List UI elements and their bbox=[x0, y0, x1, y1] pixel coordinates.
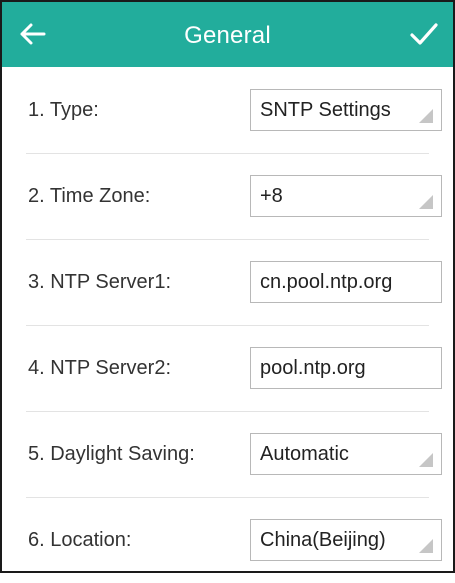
input-value: cn.pool.ntp.org bbox=[260, 270, 393, 293]
setting-row-daylight-saving: 5. Daylight Saving: Automatic bbox=[2, 411, 453, 497]
setting-row-type: 1. Type: SNTP Settings bbox=[2, 67, 453, 153]
setting-label: 1. Type: bbox=[28, 98, 99, 121]
back-button[interactable] bbox=[14, 16, 50, 52]
ntp-server2-input[interactable]: pool.ntp.org bbox=[250, 347, 442, 389]
daylight-saving-select[interactable]: Automatic bbox=[250, 433, 442, 475]
location-select[interactable]: China(Beijing) bbox=[250, 519, 442, 561]
dropdown-corner-icon bbox=[419, 453, 433, 467]
setting-row-time-zone: 2. Time Zone: +8 bbox=[2, 153, 453, 239]
select-value: China(Beijing) bbox=[260, 528, 386, 551]
setting-label: 3. NTP Server1: bbox=[28, 270, 172, 293]
setting-label: 4. NTP Server2: bbox=[28, 356, 172, 379]
setting-label: 2. Time Zone: bbox=[28, 184, 151, 207]
confirm-button[interactable] bbox=[405, 16, 443, 52]
dropdown-corner-icon bbox=[419, 539, 433, 553]
checkmark-icon bbox=[410, 23, 438, 45]
setting-row-location: 6. Location: China(Beijing) bbox=[2, 497, 453, 583]
setting-row-ntp-server1: 3. NTP Server1: cn.pool.ntp.org bbox=[2, 239, 453, 325]
time-zone-select[interactable]: +8 bbox=[250, 175, 442, 217]
header-bar: General bbox=[2, 2, 453, 67]
type-select[interactable]: SNTP Settings bbox=[250, 89, 442, 131]
input-value: pool.ntp.org bbox=[260, 356, 366, 379]
setting-row-ntp-server2: 4. NTP Server2: pool.ntp.org bbox=[2, 325, 453, 411]
page-title: General bbox=[184, 21, 271, 49]
dropdown-corner-icon bbox=[419, 109, 433, 123]
setting-label: 5. Daylight Saving: bbox=[28, 442, 195, 465]
ntp-server1-input[interactable]: cn.pool.ntp.org bbox=[250, 261, 442, 303]
select-value: +8 bbox=[260, 184, 283, 207]
select-value: Automatic bbox=[260, 442, 349, 465]
settings-screen: General 1. Type: SNTP Settings 2. Time Z… bbox=[0, 0, 455, 573]
setting-label: 6. Location: bbox=[28, 528, 132, 551]
select-value: SNTP Settings bbox=[260, 98, 391, 121]
arrow-left-icon bbox=[20, 23, 46, 45]
settings-list: 1. Type: SNTP Settings 2. Time Zone: +8 … bbox=[2, 67, 453, 583]
dropdown-corner-icon bbox=[419, 195, 433, 209]
